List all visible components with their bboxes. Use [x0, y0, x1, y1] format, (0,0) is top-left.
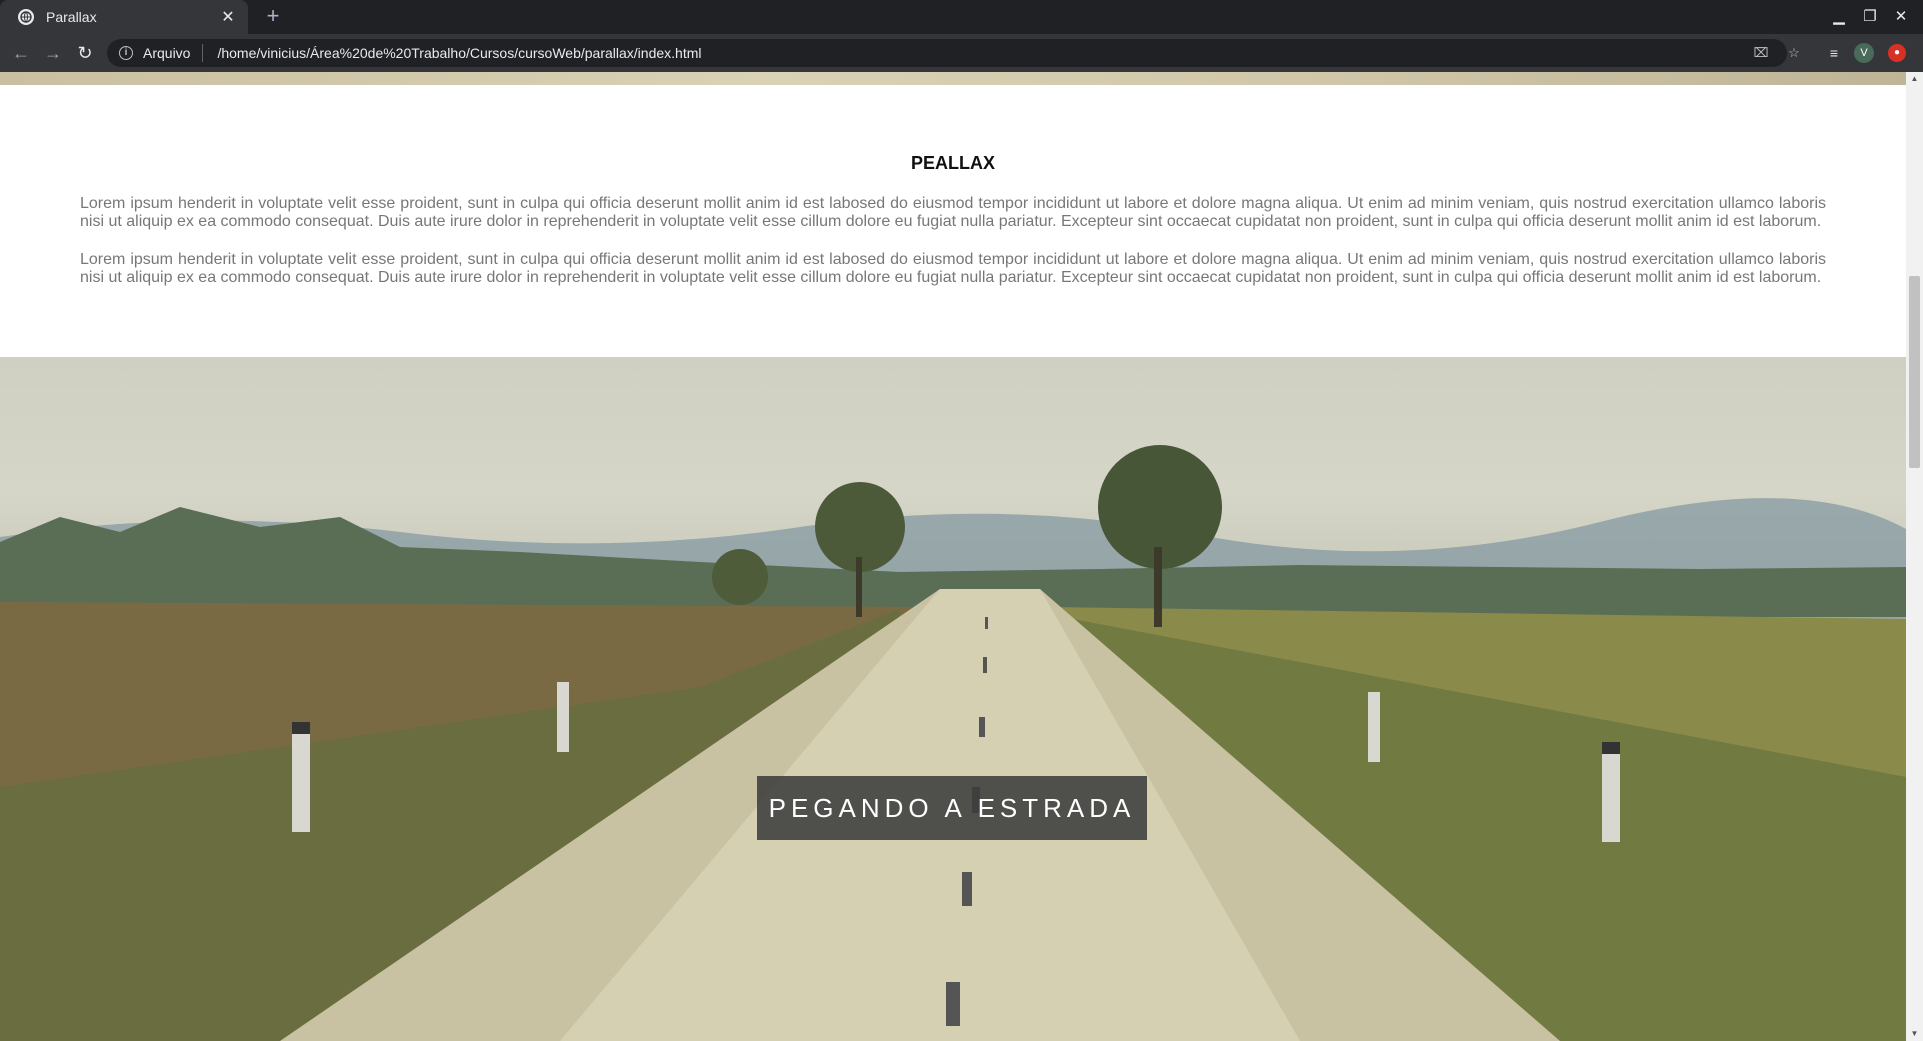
star-icon[interactable]: ☆	[1785, 45, 1803, 61]
minimize-icon[interactable]: ▁	[1826, 6, 1852, 28]
scroll-down-icon[interactable]: ▼	[1906, 1027, 1923, 1041]
browser-toolbar: ← → ↻ i Arquivo /home/vinicius/Área%20de…	[0, 34, 1923, 72]
security-label: Arquivo	[143, 45, 191, 61]
content-section: PEALLAX Lorem ipsum henderit in voluptat…	[0, 85, 1906, 357]
media-icon[interactable]: ≡	[1823, 43, 1845, 63]
avatar[interactable]: V	[1854, 43, 1874, 63]
road-landscape-image	[0, 445, 1906, 1041]
back-icon[interactable]: ←	[9, 41, 33, 65]
hero-parallax-image: PEGANDO A ESTRADA	[0, 357, 1906, 1041]
page-viewport: PEALLAX Lorem ipsum henderit in voluptat…	[0, 72, 1906, 1041]
tab-parallax[interactable]: Parallax ✕	[0, 0, 248, 34]
divider	[202, 44, 204, 62]
scroll-thumb[interactable]	[1909, 276, 1920, 468]
close-icon[interactable]: ✕	[218, 7, 238, 27]
paragraph: Lorem ipsum henderit in voluptate velit …	[80, 251, 1826, 286]
parallax-image-strip	[0, 72, 1906, 85]
info-icon[interactable]: i	[119, 46, 133, 60]
address-bar[interactable]: i Arquivo /home/vinicius/Área%20de%20Tra…	[107, 39, 1800, 67]
restore-icon[interactable]: ❐	[1857, 6, 1883, 28]
forward-icon[interactable]: →	[41, 41, 65, 65]
tab-title: Parallax	[46, 9, 97, 25]
close-window-icon[interactable]: ✕	[1888, 6, 1914, 28]
globe-icon	[18, 9, 34, 25]
scroll-up-icon[interactable]: ▲	[1906, 72, 1923, 86]
page-scrollbar[interactable]: ▲ ▼	[1906, 72, 1923, 1041]
reload-icon[interactable]: ↻	[73, 41, 97, 65]
plus-icon[interactable]: +	[260, 4, 286, 30]
page-title: PEALLAX	[910, 153, 995, 173]
paragraph: Lorem ipsum henderit in voluptate velit …	[80, 195, 1826, 230]
hero-caption: PEGANDO A ESTRADA	[757, 776, 1147, 840]
extension-icon[interactable]: ●	[1888, 44, 1906, 62]
translate-icon[interactable]: ⌧	[1752, 45, 1770, 61]
tab-strip: Parallax ✕ + ▁ ❐ ✕	[0, 0, 1923, 34]
url-text[interactable]: /home/vinicius/Área%20de%20Trabalho/Curs…	[217, 45, 701, 61]
